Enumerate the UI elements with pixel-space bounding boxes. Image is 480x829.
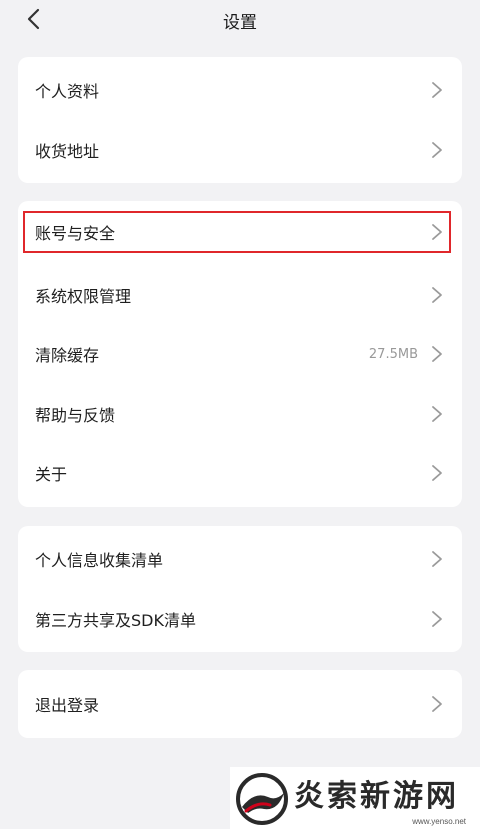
menu-item-personal-info-list[interactable]: 个人信息收集清单 [18,535,462,583]
menu-item-help-feedback[interactable]: 帮助与反馈 [18,390,462,438]
watermark: 炎索新游网 www.yenso.net [230,767,480,829]
menu-item-label: 退出登录 [35,696,100,715]
menu-item-label: 账号与安全 [35,224,116,243]
chevron-right-icon [432,82,442,98]
chevron-right-icon [432,696,442,712]
chevron-right-icon [432,406,442,422]
menu-item-about[interactable]: 关于 [18,449,462,497]
menu-item-label: 收货地址 [35,142,100,161]
page-title: 设置 [223,13,257,33]
menu-item-system-permissions[interactable]: 系统权限管理 [18,271,462,319]
menu-item-label: 系统权限管理 [35,287,132,306]
chevron-right-icon [432,611,442,627]
chevron-right-icon [432,142,442,158]
chevron-right-icon [432,551,442,567]
menu-item-label: 帮助与反馈 [35,406,116,425]
menu-item-personal-info[interactable]: 个人资料 [18,66,462,114]
chevron-right-icon [432,224,442,240]
privacy-section-card: 个人信息收集清单 第三方共享及SDK清单 [18,526,462,652]
menu-item-clear-cache[interactable]: 清除缓存 27.5MB [18,330,462,378]
watermark-text: 炎索新游网 [294,779,459,814]
chevron-right-icon [432,465,442,481]
top-bar: 设置 [0,0,480,40]
chevron-right-icon [432,287,442,303]
watermark-logo-icon [236,773,288,825]
watermark-url: www.yenso.net [412,817,466,826]
menu-item-label: 清除缓存 [35,346,100,365]
cache-size-value: 27.5MB [368,346,418,362]
chevron-right-icon [432,346,442,362]
menu-item-account-security[interactable]: 账号与安全 [23,211,451,253]
account-section-card: 账号与安全 系统权限管理 清除缓存 27.5MB 帮助与反馈 关于 [18,201,462,507]
menu-item-label: 第三方共享及SDK清单 [35,611,196,630]
menu-item-shipping-address[interactable]: 收货地址 [18,126,462,174]
menu-item-label: 个人资料 [35,82,100,101]
menu-item-logout[interactable]: 退出登录 [18,680,462,728]
menu-item-label: 个人信息收集清单 [35,551,164,570]
logout-section-card: 退出登录 [18,670,462,738]
profile-section-card: 个人资料 收货地址 [18,57,462,183]
menu-item-label: 关于 [35,465,68,484]
menu-item-third-party-sdk-list[interactable]: 第三方共享及SDK清单 [18,595,462,643]
